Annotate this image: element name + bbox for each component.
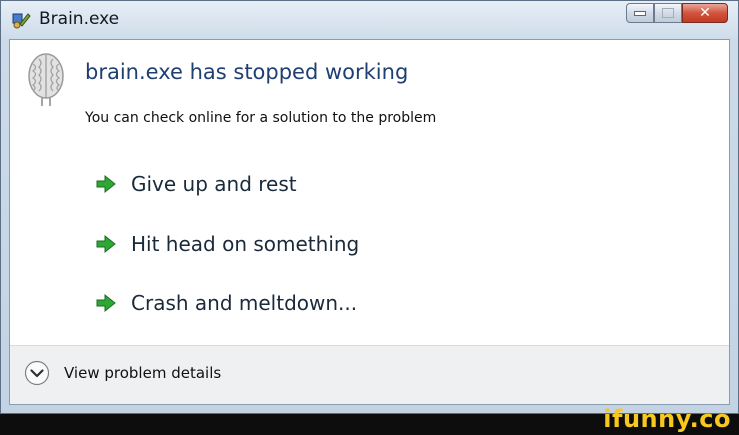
option-give-up-and-rest[interactable]: Give up and rest [95, 168, 495, 200]
dialog-footer: View problem details [10, 345, 729, 404]
error-dialog-window: Brain.exe ✕ brain.exe has stopped workin… [0, 0, 739, 414]
option-crash-and-meltdown[interactable]: Crash and meltdown... [95, 287, 495, 319]
close-button[interactable]: ✕ [682, 3, 728, 23]
minimize-button[interactable] [626, 3, 654, 23]
close-icon: ✕ [699, 5, 711, 21]
option-hit-head-on-something[interactable]: Hit head on something [95, 228, 495, 260]
error-headline: brain.exe has stopped working [85, 60, 409, 84]
option-label: Give up and rest [131, 172, 297, 196]
chevron-down-icon [24, 360, 50, 386]
window-title: Brain.exe [39, 9, 120, 29]
maximize-icon [662, 8, 674, 18]
view-problem-details-button[interactable]: View problem details [24, 360, 221, 386]
maximize-button[interactable] [654, 3, 682, 23]
caption-buttons: ✕ [626, 3, 728, 25]
view-problem-details-label: View problem details [64, 364, 222, 382]
green-arrow-icon [96, 174, 116, 194]
option-label: Crash and meltdown... [131, 291, 358, 315]
brain-icon [28, 53, 64, 106]
green-arrow-icon [96, 234, 116, 254]
dialog-body: brain.exe has stopped working You can ch… [9, 39, 730, 405]
green-arrow-icon [96, 293, 116, 313]
app-icon [12, 13, 31, 29]
minimize-icon [634, 10, 646, 16]
title-bar[interactable]: Brain.exe ✕ [1, 1, 738, 39]
watermark-logo: ifunny.co [603, 405, 731, 433]
error-subtext: You can check online for a solution to t… [85, 110, 437, 126]
option-label: Hit head on something [131, 232, 360, 256]
